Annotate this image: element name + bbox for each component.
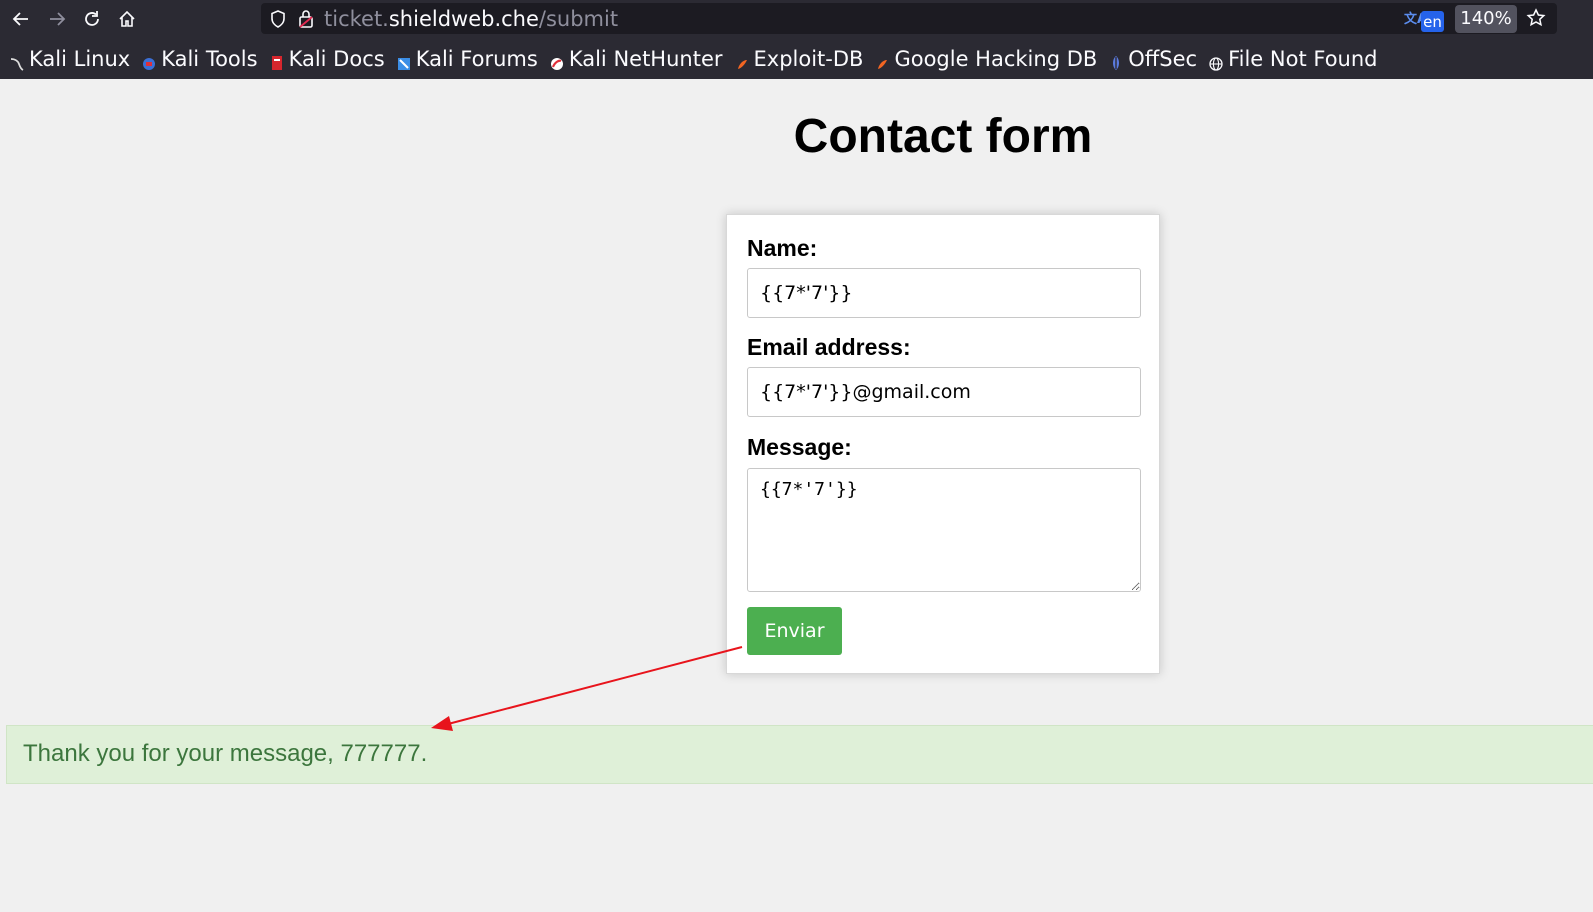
email-label: Email address: [747,334,911,360]
bookmark-file-not-found[interactable]: File Not Found [1209,47,1378,71]
home-icon[interactable] [113,5,141,33]
address-bar[interactable]: ticket.shieldweb.che/submit 文A en 140% [261,3,1557,34]
browser-chrome: ticket.shieldweb.che/submit 文A en 140% K… [0,0,1593,79]
bookmark-kali-tools[interactable]: Kali Tools [142,47,258,71]
nethunter-icon [550,52,564,70]
message-textarea[interactable]: {{7*'7'}} [747,468,1141,592]
kali-forums-icon [397,52,411,70]
url-prefix: ticket. [324,7,389,31]
message-label: Message: [747,434,852,460]
bookmark-offsec[interactable]: OffSec [1109,47,1197,71]
name-label: Name: [747,235,818,261]
exploit-db-icon [735,52,749,69]
ghdb-icon [875,52,889,69]
submit-button[interactable]: Enviar [747,607,842,655]
success-message: Thank you for your message, 777777. [23,740,428,767]
bookmark-google-hacking-db[interactable]: Google Hacking DB [875,47,1097,71]
translate-language: en [1421,11,1444,32]
lock-icon[interactable] [298,9,314,33]
forward-arrow-icon[interactable] [43,5,71,33]
email-input[interactable] [747,367,1141,417]
page-title: Contact form [793,110,1093,163]
url-path: /submit [538,7,619,31]
bookmark-exploit-db[interactable]: Exploit-DB [735,47,863,71]
contact-form: Name: Email address: Message: {{7*'7'}} … [726,214,1160,674]
url-host: shieldweb.che [388,7,539,31]
browser-toolbar: ticket.shieldweb.che/submit 文A en 140% [0,0,1593,38]
success-alert: Thank you for your message, 777777. [6,725,1593,784]
bookmark-kali-linux[interactable]: Kali Linux [10,47,130,71]
page-content: Contact form Name: Email address: Messag… [0,79,1593,912]
translate-icon[interactable]: 文A en [1404,8,1444,32]
globe-icon [1209,52,1223,71]
bookmarks-toolbar: Kali Linux Kali Tools Kali Docs Kali For… [0,40,1593,78]
url-text[interactable]: ticket.shieldweb.che/submit [324,7,618,31]
kali-docs-icon [270,52,284,70]
bookmark-kali-forums[interactable]: Kali Forums [397,47,538,71]
back-arrow-icon[interactable] [7,5,35,33]
bookmark-star-icon[interactable] [1526,8,1546,32]
reload-icon[interactable] [78,5,106,33]
tracking-shield-icon[interactable] [270,10,286,32]
zoom-level-button[interactable]: 140% [1455,5,1517,33]
kali-tools-icon [142,52,156,70]
name-input[interactable] [747,268,1141,318]
bookmark-kali-nethunter[interactable]: Kali NetHunter [550,47,723,71]
offsec-icon [1109,52,1123,70]
bookmark-kali-docs[interactable]: Kali Docs [270,47,385,71]
kali-dragon-icon [10,52,24,71]
